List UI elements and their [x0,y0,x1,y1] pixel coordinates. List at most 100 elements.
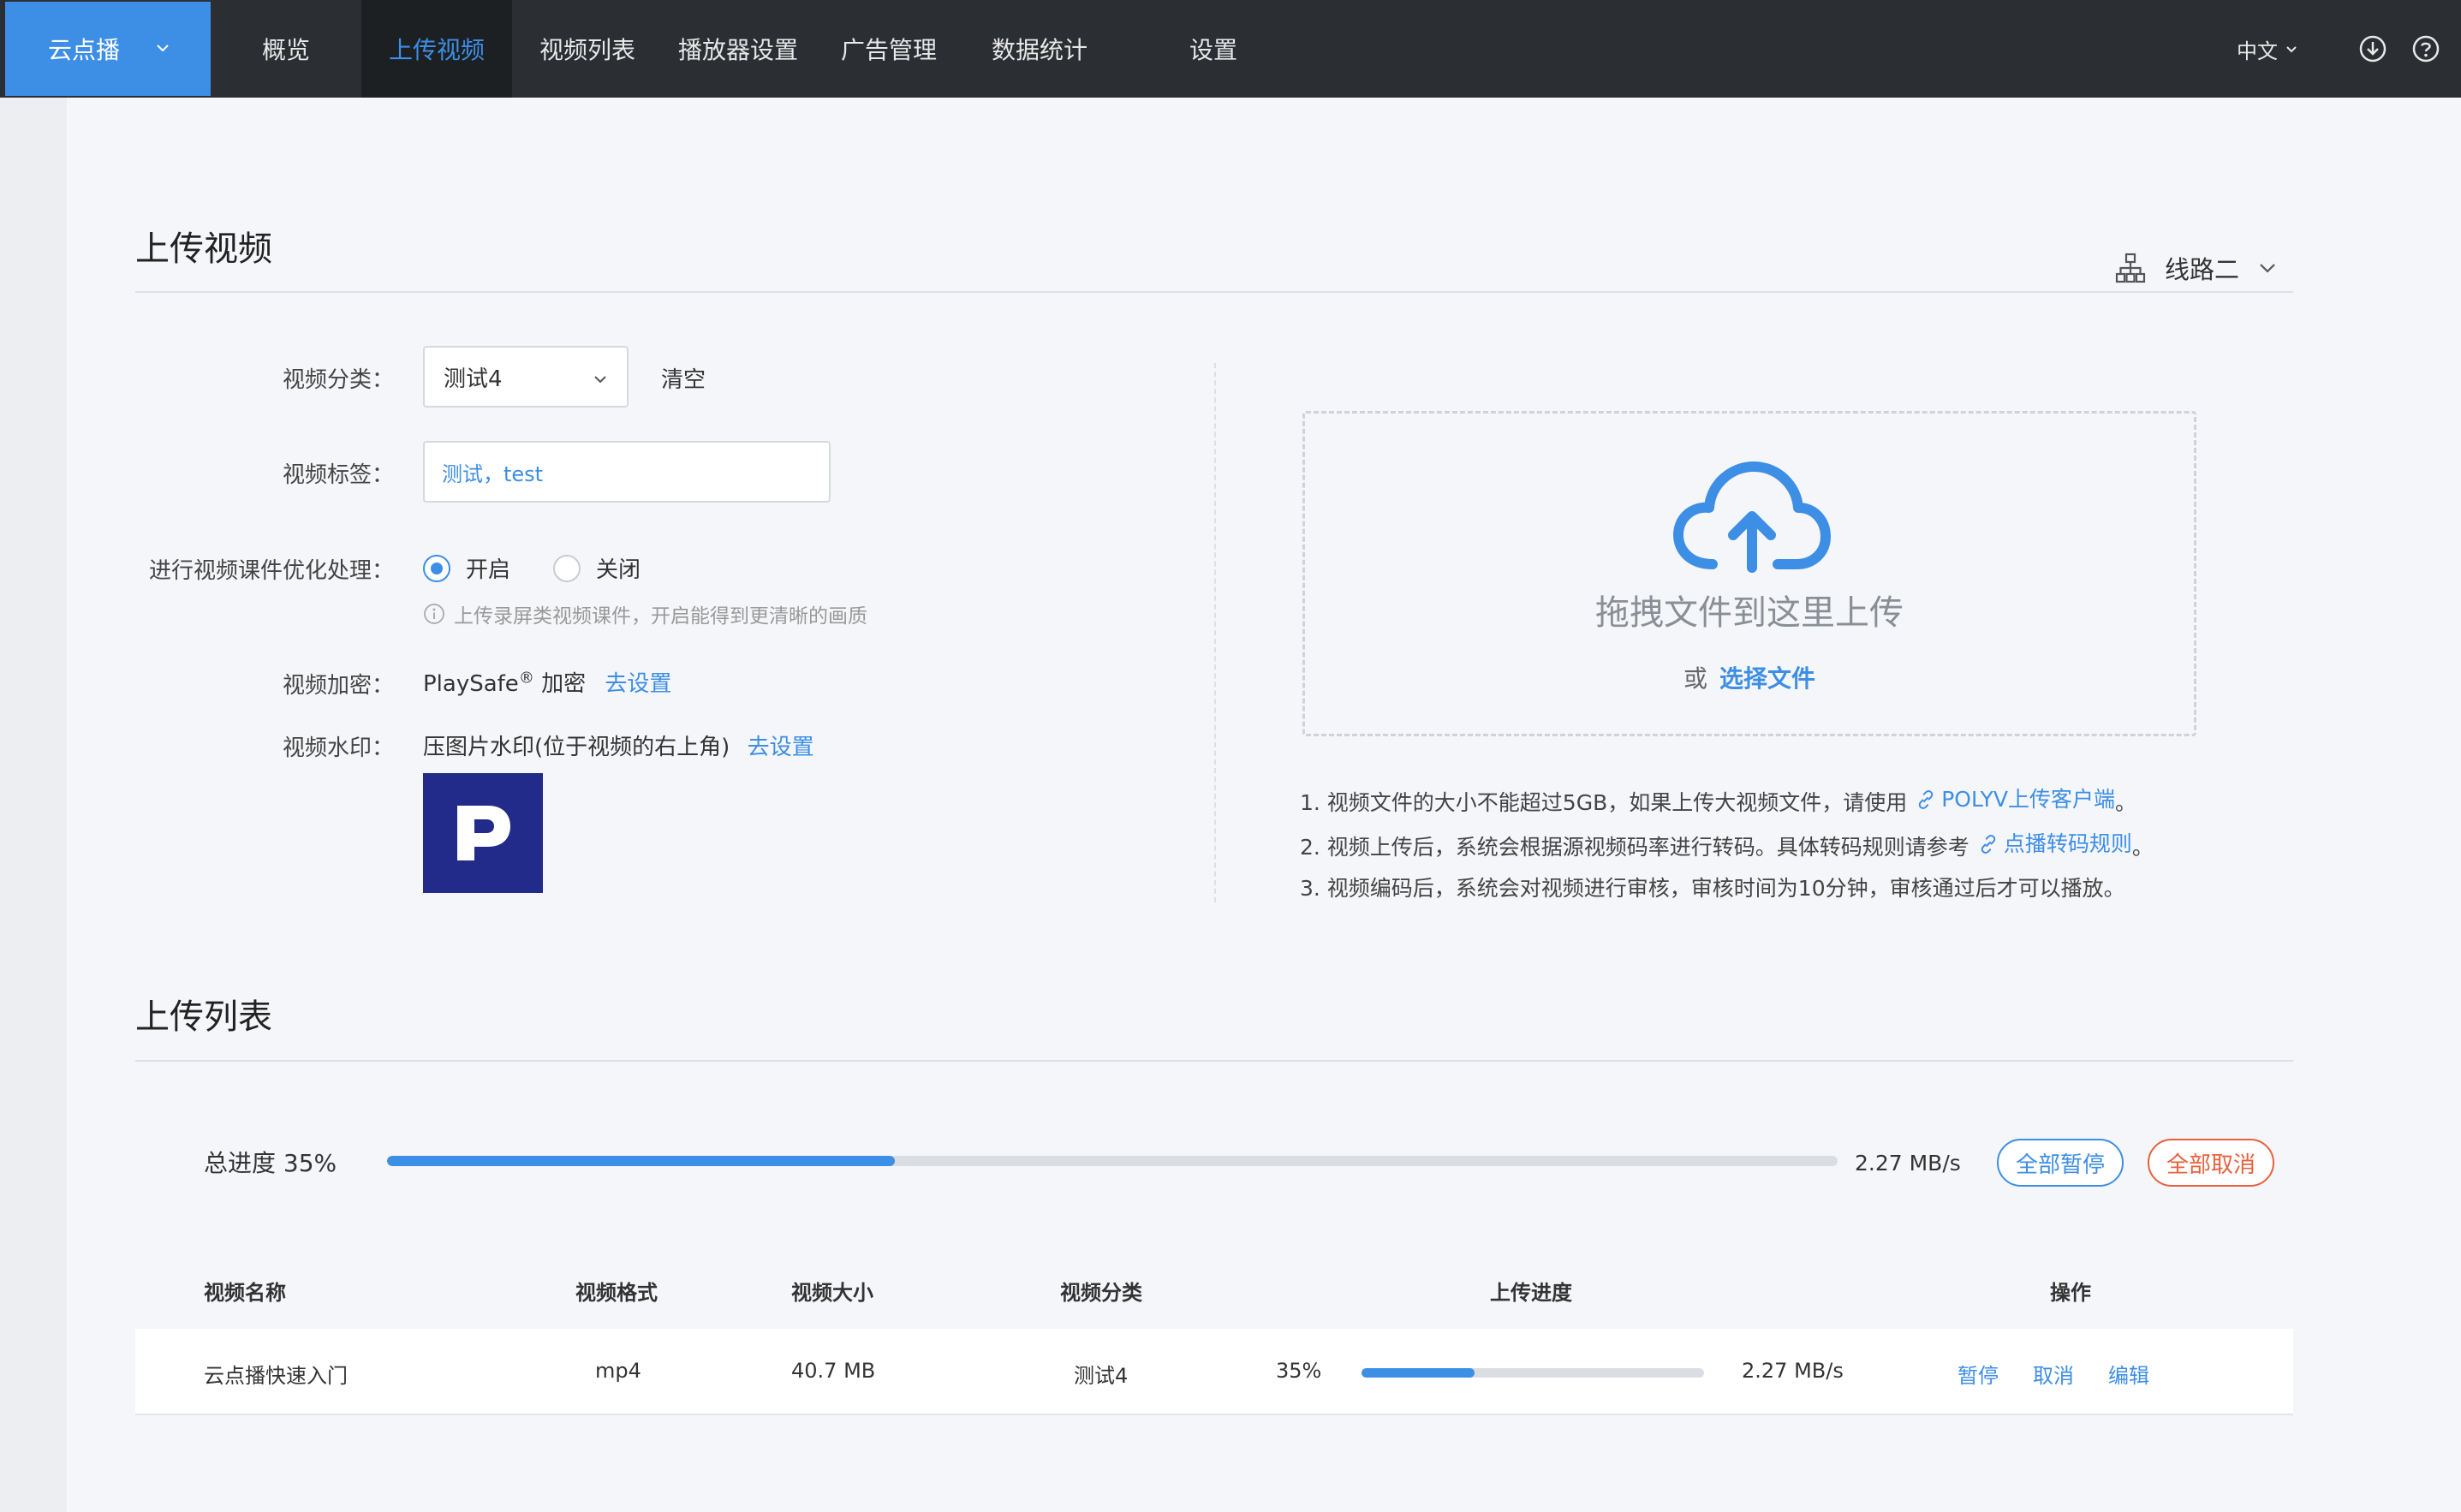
optimize-label: 进行视频课件优化处理： [148,558,394,584]
col-actions: 操作 [2050,1281,2091,1305]
note-3: 3. 视频编码后，系统会对视频进行审核，审核时间为10分钟，审核通过后才可以播放… [1300,876,2125,901]
encrypt-suffix: 加密 [541,671,587,697]
total-progress-fill [387,1156,895,1166]
col-name: 视频名称 [204,1281,286,1305]
encrypt-label: 视频加密： [282,673,394,699]
note-2-text: 2. 视频上传后，系统会根据源视频码率进行转码。具体转码规则请参考 [1300,835,1969,860]
nav-item-stats[interactable]: 数据统计 [964,0,1115,98]
watermark-value: 压图片水印(位于视频的右上角) 去设置 [423,729,814,761]
help-icon[interactable] [2411,34,2440,63]
divider [135,1060,2293,1062]
nav-item-ads[interactable]: 广告管理 [813,0,964,98]
encrypt-name: PlaySafe [423,671,519,697]
note-1: 1. 视频文件的大小不能超过5GB，如果上传大视频文件，请使用 POLYV上传客户… [1300,779,2154,824]
row-name: 云点播快速入门 [204,1364,348,1388]
nav-label: 视频列表 [539,36,635,64]
tag-input[interactable]: 测试，test [423,441,831,503]
language-label: 中文 [2237,39,2278,63]
note-2-end: 。 [2131,835,2154,860]
upload-dropzone[interactable]: 拖拽文件到这里上传 或选择文件 [1302,411,2196,736]
row-category: 测试4 [1074,1364,1129,1388]
brand-label: 云点播 [48,36,121,64]
category-select[interactable]: 测试4 [423,346,629,408]
nav-label: 广告管理 [840,36,937,64]
main-nav: 概览 上传视频 视频列表 播放器设置 广告管理 数据统计 设置 [211,0,1312,98]
route-selector[interactable]: 线路二 [2115,250,2277,286]
row-cancel-link[interactable]: 取消 [2033,1359,2074,1389]
nav-label: 设置 [1189,36,1237,64]
upload-list-title: 上传列表 [135,997,272,1037]
radio-unchecked-icon [553,554,581,582]
pause-all-button[interactable]: 全部暂停 [1997,1139,2124,1187]
link-icon [1981,835,1996,854]
language-switcher[interactable]: 中文 [2237,34,2298,64]
row-progress-fill [1362,1368,1475,1378]
optimize-on-label: 开启 [466,557,511,583]
row-percent: 35% [1276,1359,1322,1383]
total-progress-label: 总进度 35% [204,1149,337,1177]
category-value: 测试4 [444,366,503,392]
drag-text: 拖拽文件到这里上传 [1595,593,1904,633]
col-format: 视频格式 [575,1281,658,1305]
tag-label: 视频标签： [282,462,394,488]
polyv-client-link[interactable]: POLYV上传客户端 [1907,779,2115,820]
polyv-client-link-text: POLYV上传客户端 [1941,787,2115,812]
col-category: 视频分类 [1060,1281,1142,1305]
nav-item-video-list[interactable]: 视频列表 [512,0,663,98]
transcode-rules-link[interactable]: 点播转码规则 [1969,824,2132,865]
divider [135,291,2293,293]
row-speed: 2.27 MB/s [1742,1359,1844,1383]
chevron-down-icon [594,376,606,384]
col-size: 视频大小 [791,1281,873,1305]
cloud-upload-icon [1673,461,1831,573]
route-label: 线路二 [2164,255,2239,284]
radio-checked-icon [423,554,450,582]
nav-item-settings[interactable]: 设置 [1115,0,1312,98]
watermark-logo [423,773,543,893]
left-strip [0,98,67,1512]
or-text: 或 [1683,664,1707,693]
download-icon[interactable] [2358,34,2387,63]
polyv-logo-icon [457,806,510,860]
link-icon [1918,790,1934,809]
nav-item-upload[interactable]: 上传视频 [361,0,512,98]
optimize-off-radio[interactable]: 关闭 [553,552,641,584]
note-2: 2. 视频上传后，系统会根据源视频码率进行转码。具体转码规则请参考 点播转码规则。 [1300,824,2154,868]
optimize-hint-text: 上传录屏类视频课件，开启能得到更清晰的画质 [454,605,867,628]
choose-file-link[interactable]: 选择文件 [1719,664,1815,693]
optimize-hint: 上传录屏类视频课件，开启能得到更清晰的画质 [423,599,867,628]
choose-file-line: 或选择文件 [1305,660,2194,694]
brand-switcher[interactable]: 云点播 [5,2,211,96]
cancel-all-button[interactable]: 全部取消 [2148,1139,2274,1187]
row-size: 40.7 MB [791,1359,876,1383]
watermark-settings-link[interactable]: 去设置 [748,735,814,760]
row-pause-link[interactable]: 暂停 [1957,1359,1999,1389]
transcode-rules-link-text: 点播转码规则 [2003,831,2132,856]
col-progress: 上传进度 [1490,1281,1572,1305]
row-edit-link[interactable]: 编辑 [2108,1359,2149,1389]
note-1-text: 1. 视频文件的大小不能超过5GB，如果上传大视频文件，请使用 [1300,790,1908,815]
vertical-divider [1214,363,1216,902]
top-bar: 云点播 概览 上传视频 视频列表 播放器设置 广告管理 数据统计 设置 中文 [0,0,2461,98]
nav-label: 数据统计 [991,36,1087,64]
nav-item-overview[interactable]: 概览 [211,0,361,98]
row-divider [135,1414,2293,1415]
optimize-on-radio[interactable]: 开启 [423,552,510,584]
tag-value: 测试，test [442,461,544,486]
watermark-label: 视频水印： [282,735,394,761]
chevron-down-icon [2286,46,2297,53]
registered-mark: ® [518,669,534,688]
total-speed: 2.27 MB/s [1855,1151,1961,1176]
nav-label: 上传视频 [388,36,485,64]
chevron-down-icon [2260,264,2275,273]
nav-item-player-settings[interactable]: 播放器设置 [663,0,813,98]
category-label: 视频分类： [282,367,394,393]
encrypt-value: PlaySafe® 加密 去设置 [423,666,671,698]
nav-label: 概览 [261,36,310,64]
info-icon [424,604,444,624]
encrypt-settings-link[interactable]: 去设置 [605,671,671,697]
note-1-end: 。 [2114,790,2136,815]
clear-link[interactable]: 清空 [661,362,706,394]
optimize-off-label: 关闭 [596,557,641,583]
network-icon [2115,253,2146,283]
